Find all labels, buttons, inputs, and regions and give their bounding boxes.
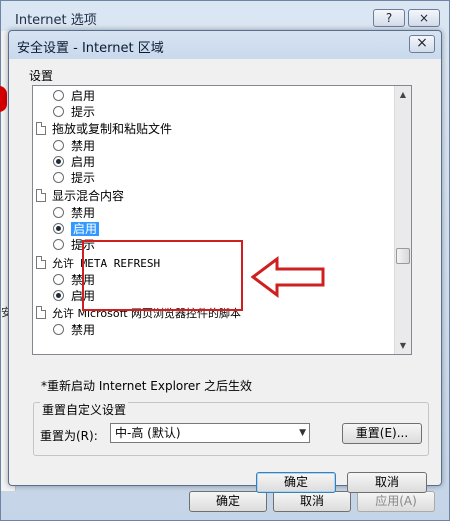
option-label: 启用 [71,89,96,103]
radio-button[interactable] [53,207,64,218]
list-item[interactable]: 禁用 [53,138,95,154]
outer-apply-button[interactable]: 应用(A) [357,491,435,512]
outer-ok-button[interactable]: 确定 [189,491,267,512]
dialog-title: 安全设置 - Internet 区域 [17,41,164,56]
radio-button[interactable] [53,324,64,335]
list-item[interactable]: 禁用 [53,205,95,221]
scroll-up-icon[interactable]: ▲ [395,86,411,103]
document-icon [36,306,46,319]
option-label: 禁用 [71,323,96,337]
reset-to-label: 重置为(R): [40,429,98,443]
outer-close-button[interactable]: × [408,9,440,27]
scrollbar-thumb[interactable] [396,248,410,264]
list-item[interactable]: 禁用 [53,322,95,338]
annotation-highlight-box [82,240,243,311]
dialog-close-button[interactable]: × [409,35,435,53]
document-icon [36,189,46,202]
option-label: 禁用 [71,206,96,220]
radio-button[interactable] [53,140,64,151]
list-item[interactable]: 启用 [53,154,95,170]
setting-header: 显示混合内容 [36,188,124,204]
radio-button[interactable] [53,90,64,101]
option-label: 禁用 [71,139,96,153]
security-settings-dialog: 安全设置 - Internet 区域 × 设置 启用 提示 拖放或复制和粘贴文件… [8,30,442,493]
dialog-ok-button[interactable]: 确定 [256,472,336,493]
option-label: 提示 [71,105,96,119]
reset-level-value: 中-高 (默认) [115,426,181,440]
radio-button[interactable] [53,172,64,183]
list-item[interactable]: 启用 [53,221,100,237]
radio-button[interactable] [53,274,64,285]
radio-button-selected[interactable] [53,156,64,167]
reset-group-title: 重置自定义设置 [40,401,129,418]
radio-button[interactable] [53,106,64,117]
radio-button-selected[interactable] [53,290,64,301]
setting-header-label: 拖放或复制和粘贴文件 [52,122,173,136]
help-button[interactable]: ? [373,9,405,27]
option-label-highlighted: 启用 [71,222,100,236]
reset-button[interactable]: 重置(E)... [342,423,422,444]
settings-list[interactable]: 启用 提示 拖放或复制和粘贴文件 禁用 启用 提示 显示混合内容 禁用 启用 提… [32,85,412,355]
red-marker-icon [0,86,7,112]
reset-level-select[interactable]: 中-高 (默认) ▼ [110,423,310,443]
option-label: 启用 [71,155,96,169]
reset-custom-settings-group: 重置自定义设置 重置为(R): 中-高 (默认) ▼ 重置(E)... [33,401,429,456]
list-item[interactable]: 提示 [53,104,95,120]
scroll-down-icon[interactable]: ▼ [395,337,411,354]
dialog-body: 设置 启用 提示 拖放或复制和粘贴文件 禁用 启用 提示 显示混合内容 禁用 启… [15,59,435,493]
dialog-cancel-button[interactable]: 取消 [347,472,427,493]
settings-group-label: 设置 [29,69,54,83]
radio-button[interactable] [53,239,64,250]
document-icon [36,256,46,269]
document-icon [36,122,46,135]
option-label: 提示 [71,171,96,185]
outer-cancel-button[interactable]: 取消 [273,491,351,512]
list-item[interactable]: 启用 [53,88,95,104]
vertical-scrollbar[interactable]: ▲ ▼ [394,86,411,354]
setting-header: 拖放或复制和粘贴文件 [36,121,172,137]
annotation-arrow-icon [251,256,325,298]
list-item[interactable]: 提示 [53,170,95,186]
chevron-down-icon: ▼ [299,428,306,438]
radio-button-selected[interactable] [53,223,64,234]
setting-header-label: 显示混合内容 [52,189,125,203]
restart-note: *重新启动 Internet Explorer 之后生效 [41,379,253,393]
outer-window-title: Internet 选项 [15,13,97,28]
